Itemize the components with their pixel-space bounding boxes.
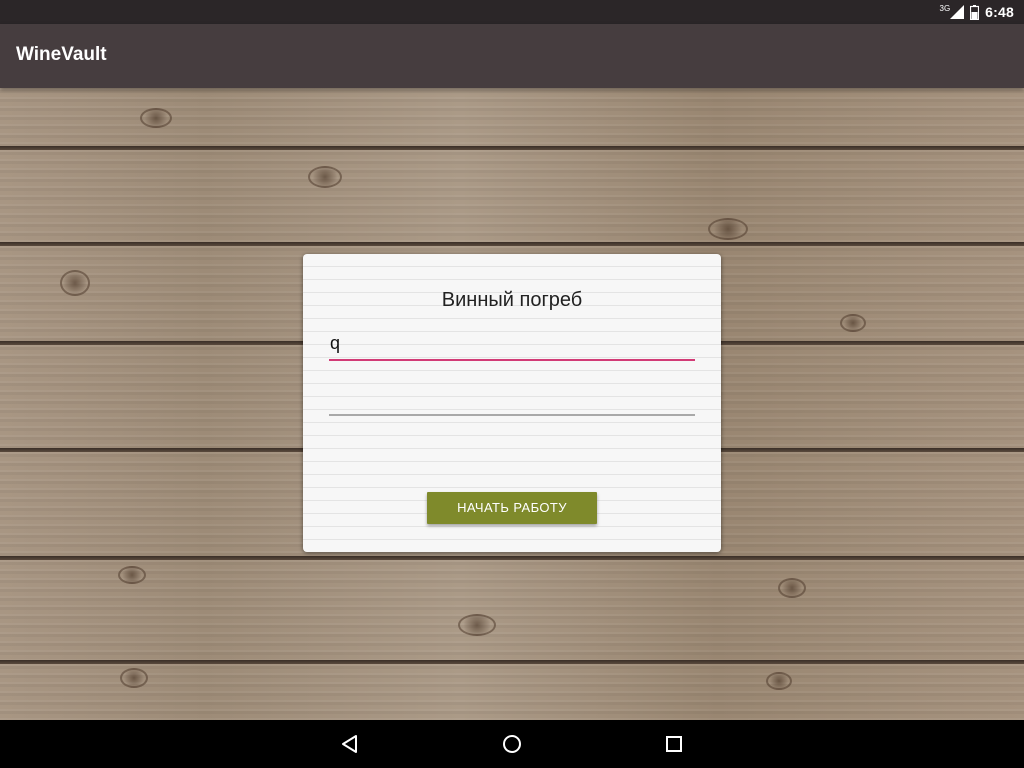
battery-icon: [970, 4, 980, 20]
wood-knot: [778, 578, 806, 598]
network-type-label: 3G: [939, 3, 951, 13]
start-button[interactable]: НАЧАТЬ РАБОТУ: [427, 492, 597, 524]
password-field[interactable]: [329, 382, 695, 416]
wood-knot: [766, 672, 792, 690]
wood-plank: [0, 664, 1024, 720]
status-bar: 3G 6:48: [0, 0, 1024, 24]
screen: 3G 6:48 WineVault Винный погреб q НАЧАТЬ…: [0, 0, 1024, 768]
navigation-bar: [0, 720, 1024, 768]
login-card: Винный погреб q НАЧАТЬ РАБОТУ: [303, 254, 721, 552]
card-title: Винный погреб: [441, 289, 583, 311]
wood-knot: [708, 218, 748, 240]
status-icons: 3G 6:48: [940, 0, 1015, 24]
wood-plank: [0, 150, 1024, 242]
wood-knot: [840, 314, 866, 332]
wood-knot: [120, 668, 148, 688]
login-field[interactable]: q: [329, 327, 695, 361]
login-field-underline: [329, 359, 695, 361]
back-icon[interactable]: [338, 732, 362, 756]
password-field-underline: [329, 414, 695, 416]
wood-knot: [308, 166, 342, 188]
app-bar: WineVault: [0, 24, 1024, 88]
recents-icon[interactable]: [662, 732, 686, 756]
wood-plank: [0, 560, 1024, 660]
home-icon[interactable]: [500, 732, 524, 756]
clock: 6:48: [985, 4, 1014, 20]
wood-knot: [60, 270, 90, 296]
login-field-value[interactable]: q: [330, 333, 340, 354]
wood-knot: [118, 566, 146, 584]
wood-knot: [140, 108, 172, 128]
wood-knot: [458, 614, 496, 636]
app-title: WineVault: [16, 44, 107, 65]
signal-icon: [950, 5, 965, 19]
